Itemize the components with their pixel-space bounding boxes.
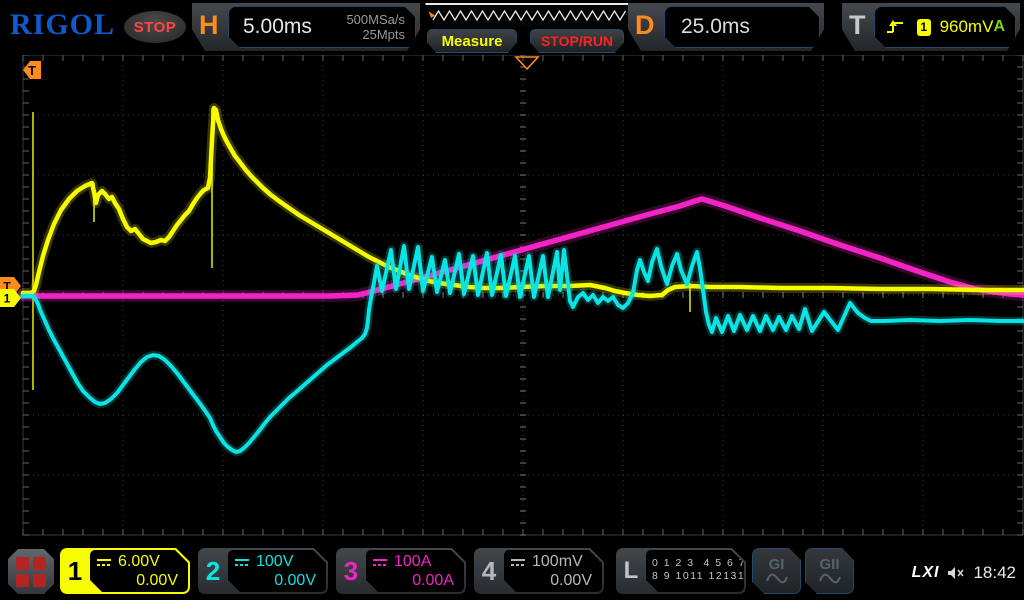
- channel-2-offset: 0.00V: [234, 572, 318, 590]
- menu-button[interactable]: [8, 549, 54, 594]
- logic-label: L: [616, 548, 646, 594]
- channel-4-offset: 0.00V: [510, 572, 594, 590]
- oscilloscope-screen: T T 1 RIGOL STOP H 5.00ms 500MSa/s 25Mpts …: [0, 0, 1024, 600]
- horizontal-label: H: [199, 10, 219, 41]
- trigger-slope-icon: [885, 18, 903, 36]
- trigger-label: T: [849, 10, 866, 41]
- generator-2-button[interactable]: GII: [805, 548, 854, 594]
- generator-1-label: GI: [769, 558, 785, 572]
- rigol-logo: RIGOL: [10, 8, 115, 42]
- channel-3-inner: 100A 0.00A: [366, 550, 464, 592]
- waveform-display: T T 1: [0, 0, 1024, 600]
- horizontal-panel[interactable]: H 5.00ms 500MSa/s 25Mpts: [192, 3, 420, 51]
- memory-depth: 25Mpts: [362, 27, 405, 42]
- horizontal-reference-marker: [516, 57, 538, 69]
- top-status-bar: RIGOL STOP H 5.00ms 500MSa/s 25Mpts Meas…: [0, 0, 1024, 55]
- dc-coupling-icon: [234, 558, 251, 567]
- bottom-status-bar: 1 6.00V 0.00V 2: [0, 545, 1024, 600]
- speaker-muted-icon: [947, 566, 965, 580]
- dc-coupling-icon: [510, 558, 527, 567]
- delay-panel[interactable]: D 25.0ms: [628, 3, 824, 51]
- channel-2-scale: 100V: [256, 553, 293, 571]
- channel-2-inner: 100V 0.00V: [228, 550, 326, 592]
- sample-rate: 500MSa/s: [346, 12, 405, 27]
- channel-1-scale: 6.00V: [118, 553, 160, 571]
- logic-channels-row1: 0 1 2 3 4 5 6 7: [652, 557, 736, 569]
- channel-3-number: 3: [336, 548, 366, 594]
- channel-3-scale: 100A: [394, 553, 431, 571]
- clock: 18:42: [973, 563, 1016, 583]
- delay-inner-panel: 25.0ms: [664, 6, 820, 48]
- delay-value: 25.0ms: [681, 15, 750, 39]
- channel-1-number: 1: [60, 548, 90, 594]
- channel-1-box[interactable]: 1 6.00V 0.00V: [60, 548, 190, 594]
- trigger-panel[interactable]: T 1 960mV A: [842, 3, 1020, 51]
- channel-2-box[interactable]: 2 100V 0.00V: [198, 548, 328, 594]
- channel-1-inner: 6.00V 0.00V: [90, 550, 188, 592]
- logic-inner: 0 1 2 3 4 5 6 7 8 9 1011 12131415: [646, 550, 744, 592]
- acquisition-info: 500MSa/s 25Mpts: [346, 12, 405, 42]
- channel-3-offset: 0.00A: [372, 572, 456, 590]
- trigger-inner-panel: 1 960mV A: [874, 6, 1016, 48]
- generator-2-label: GII: [819, 558, 839, 572]
- svg-text:T: T: [28, 63, 36, 78]
- channel-3-box[interactable]: 3 100A 0.00A: [336, 548, 466, 594]
- measure-button[interactable]: Measure: [427, 29, 517, 53]
- waveform-preview-strip[interactable]: [425, 3, 641, 27]
- run-state-badge: STOP: [124, 11, 186, 43]
- dc-coupling-icon: [372, 558, 389, 567]
- status-cluster: LXI 18:42: [912, 545, 1016, 600]
- menu-grid-icon: [16, 557, 29, 570]
- svg-text:1: 1: [4, 292, 11, 306]
- sine-wave-icon: [818, 572, 842, 584]
- logic-analyzer-box[interactable]: L 0 1 2 3 4 5 6 7 8 9 1011 12131415: [616, 548, 746, 594]
- waveform-preview-icon: [425, 5, 641, 27]
- horizontal-inner-panel: 5.00ms 500MSa/s 25Mpts: [228, 6, 416, 48]
- sine-wave-icon: [765, 572, 789, 584]
- trigger-source-badge: 1: [917, 19, 931, 36]
- trigger-mode: A: [993, 18, 1005, 36]
- generator-1-button[interactable]: GI: [752, 548, 801, 594]
- channel-4-box[interactable]: 4 100mV 0.00V: [474, 548, 604, 594]
- timebase-value: 5.00ms: [243, 15, 312, 39]
- trigger-level-value: 960mV: [940, 17, 994, 37]
- dc-coupling-icon: [96, 558, 113, 567]
- stop-run-button[interactable]: STOP/RUN: [530, 29, 624, 53]
- channel-4-number: 4: [474, 548, 504, 594]
- channel-2-number: 2: [198, 548, 228, 594]
- logic-channels-row2: 8 9 1011 12131415: [652, 570, 736, 582]
- channel-1-offset: 0.00V: [96, 572, 180, 590]
- trace-ch2: [23, 246, 1023, 452]
- delay-label: D: [635, 10, 655, 41]
- channel-4-inner: 100mV 0.00V: [504, 550, 602, 592]
- channel-4-scale: 100mV: [532, 553, 583, 571]
- lxi-logo: LXI: [912, 564, 940, 582]
